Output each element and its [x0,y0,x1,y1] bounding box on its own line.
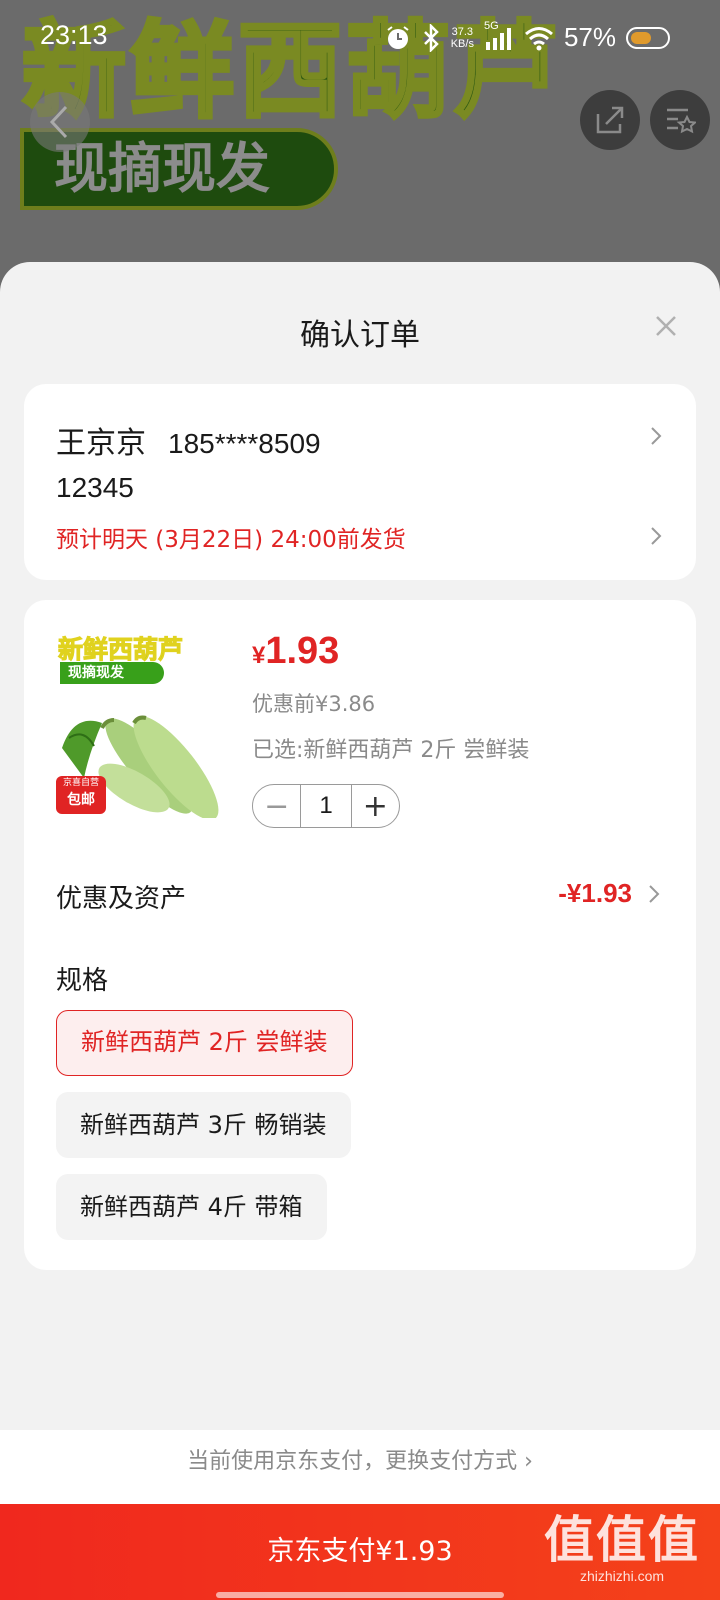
spec-option-2jin[interactable]: 新鲜西葫芦 2斤 尝鲜装 [56,1010,353,1076]
recipient-phone: 185****8509 [168,428,321,459]
contact-row: 王京京 185****8509 [56,418,321,462]
speed-value: 37.3 [451,25,474,38]
network-speed: 37.3 KB/s [451,26,474,50]
address-line: 12345 [56,472,134,503]
list-star-icon [667,108,696,134]
favorite-list-button[interactable] [650,90,710,150]
status-time: 23:13 [40,20,108,50]
spec-label: 规格 [56,966,109,996]
change-payment-method[interactable]: 当前使用京东支付，更换支付方式 › [0,1430,720,1504]
price-currency: ¥ [252,642,266,669]
quantity-value[interactable]: 1 [300,785,352,827]
chevron-right-icon [651,427,662,445]
share-button[interactable] [580,90,640,150]
quantity-decrease-button[interactable]: − [253,785,300,827]
selected-variant: 已选:新鲜西葫芦 2斤 尝鲜装 [252,738,530,763]
order-card: 新鲜西葫芦 现摘现发 京喜自营 包邮 ¥1.93 优惠前¥3.86 已选:新鲜西… [24,600,696,1270]
back-button[interactable] [30,92,90,152]
watermark-logo: 值值值 [544,1511,700,1569]
quantity-stepper: − 1 + [252,784,400,828]
chevron-right-icon [651,527,662,545]
chevron-left-icon [49,105,68,139]
promotions-value: -¥1.93 [558,878,632,908]
watermark-url: zhizhizhi.com [579,1568,665,1584]
watermark: 值值值 zhizhizhi.com [544,1512,700,1584]
speed-unit: KB/s [450,37,474,50]
promotions-row[interactable]: 优惠及资产 -¥1.93 [56,876,660,916]
quantity-increase-button[interactable]: + [352,785,399,827]
badge-top: 京喜自营 [62,778,99,788]
product-price: ¥1.93 [252,630,339,673]
bluetooth-icon [423,23,439,52]
confirm-order-sheet: 确认订单 王京京 185****8509 12345 预计明天 (3月22日) … [0,262,720,1600]
signal-bars-icon [485,27,511,50]
product-thumbnail: 新鲜西葫芦 现摘现发 京喜自营 包邮 [54,628,234,818]
free-shipping-badge: 京喜自营 包邮 [56,776,106,814]
battery-icon [626,26,670,49]
share-icon [596,106,624,134]
recipient-name: 王京京 [56,426,146,461]
price-amount: 1.93 [265,630,340,672]
original-price: 优惠前¥3.86 [252,692,376,716]
badge-bottom: 包邮 [67,792,95,808]
spec-option-4jin[interactable]: 新鲜西葫芦 4斤 带箱 [56,1174,327,1240]
sheet-title: 确认订单 [300,318,420,353]
battery-percent: 57% [563,22,616,52]
alarm-icon [387,25,409,49]
wifi-icon [524,26,553,50]
promotions-label: 优惠及资产 [56,884,187,914]
shipping-estimate[interactable]: 预计明天 (3月22日) 24:00前发货 [56,520,406,554]
status-bar: 23:13 37.3 KB/s 5G 57% [0,0,720,76]
spec-option-3jin[interactable]: 新鲜西葫芦 3斤 畅销装 [56,1092,351,1158]
chevron-right-icon [649,885,660,903]
status-icons: 37.3 KB/s 5G 57% [385,20,670,53]
home-indicator [216,1592,504,1598]
address-card[interactable]: 王京京 185****8509 12345 预计明天 (3月22日) 24:00… [24,384,696,580]
cellular-signal: 5G [484,20,514,52]
close-icon[interactable] [654,314,678,338]
